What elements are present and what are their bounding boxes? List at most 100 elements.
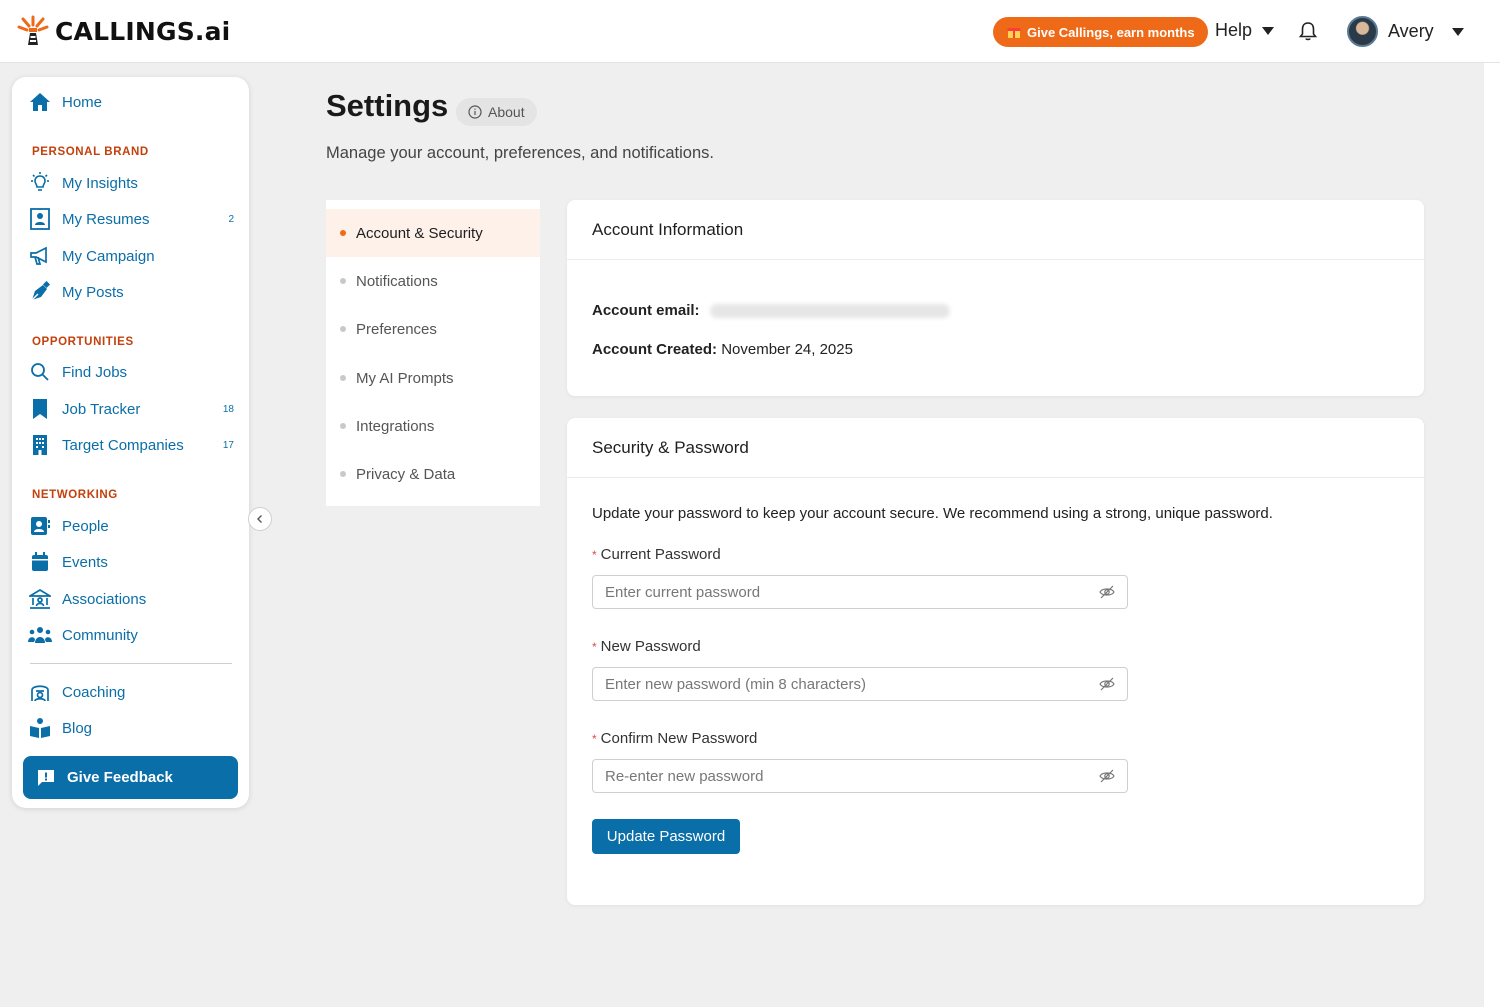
sidebar-item-my-campaign[interactable]: My Campaign <box>28 242 234 270</box>
chevron-left-icon <box>257 515 262 523</box>
sidebar-item-associations[interactable]: Associations <box>28 585 234 613</box>
sidebar-item-label: My Campaign <box>62 247 155 265</box>
sidebar-item-label: People <box>62 517 109 535</box>
account-created-value: November 24, 2025 <box>721 341 853 358</box>
institution-icon <box>28 587 52 611</box>
chevron-down-icon <box>1262 26 1275 35</box>
sidebar-item-coaching[interactable]: Coaching <box>28 678 234 706</box>
sidebar-item-find-jobs[interactable]: Find Jobs <box>28 358 234 386</box>
about-button[interactable]: About <box>456 98 537 126</box>
sidebar-item-events[interactable]: Events <box>28 548 234 576</box>
page-title: Settings <box>326 88 449 123</box>
account-email-row: Account email: <box>592 302 950 319</box>
settings-tab-label: Notifications <box>356 272 438 290</box>
bookmark-icon <box>28 397 52 421</box>
sidebar-item-label: Find Jobs <box>62 363 128 381</box>
user-menu[interactable]: Avery <box>1347 16 1464 47</box>
settings-tab-privacy-data[interactable]: Privacy & Data <box>326 450 540 498</box>
referral-promo-button[interactable]: Give Callings, earn months <box>993 17 1208 47</box>
lightbulb-icon <box>28 171 52 195</box>
current-password-field[interactable]: Enter current password <box>592 575 1128 609</box>
section-title-opportunities: OPPORTUNITIES <box>32 336 134 348</box>
current-password-label: * Current Password <box>592 546 721 563</box>
settings-tab-label: Privacy & Data <box>356 465 456 483</box>
dot <box>340 278 346 284</box>
collapse-sidebar-button[interactable] <box>248 507 272 531</box>
sidebar-item-community[interactable]: Community <box>28 621 234 649</box>
sidebar-item-home[interactable]: Home <box>28 88 234 116</box>
update-password-button[interactable]: Update Password <box>592 819 740 854</box>
count-badge: 17 <box>222 439 234 451</box>
sidebar-item-job-tracker[interactable]: Job Tracker 18 <box>28 395 234 423</box>
count-badge: 2 <box>228 213 234 225</box>
promo-label: Give Callings, earn months <box>1027 24 1195 40</box>
eye-off-icon[interactable] <box>1099 584 1115 600</box>
bell-icon[interactable] <box>1297 20 1319 42</box>
eye-off-icon[interactable] <box>1099 676 1115 692</box>
sidebar-item-my-posts[interactable]: My Posts <box>28 278 234 306</box>
confirm-password-placeholder: Re-enter new password <box>605 767 764 785</box>
settings-tab-label: My AI Prompts <box>356 369 454 387</box>
home-icon <box>28 90 52 114</box>
chevron-down-icon <box>1451 27 1464 36</box>
give-feedback-button[interactable]: Give Feedback <box>23 756 238 799</box>
confirm-password-field[interactable]: Re-enter new password <box>592 759 1128 793</box>
sidebar-divider <box>30 663 232 664</box>
eye-off-icon[interactable] <box>1099 768 1115 784</box>
brand-logo[interactable]: CALLINGS.ai <box>17 15 230 47</box>
page-scrollbar[interactable] <box>1484 63 1500 1007</box>
sidebar-item-my-resumes[interactable]: My Resumes 2 <box>28 205 234 233</box>
settings-tab-account-security[interactable]: Account & Security <box>326 209 540 257</box>
sidebar-item-label: My Resumes <box>62 210 150 228</box>
brand-suffix: .ai <box>194 16 231 46</box>
account-created-row: Account Created: November 24, 2025 <box>592 341 853 358</box>
gift-icon <box>1007 28 1021 38</box>
settings-tab-label: Preferences <box>356 320 437 338</box>
field-label-text: New Password <box>600 638 701 655</box>
building-icon <box>28 433 52 457</box>
resume-icon <box>28 207 52 231</box>
settings-tab-integrations[interactable]: Integrations <box>326 402 540 450</box>
settings-tab-ai-prompts[interactable]: My AI Prompts <box>326 354 540 402</box>
sidebar-item-label: Events <box>62 553 108 571</box>
sidebar-item-label: My Posts <box>62 283 124 301</box>
settings-menu: Account & Security Notifications Prefere… <box>326 200 540 506</box>
avatar <box>1347 16 1378 47</box>
sidebar-item-label: Home <box>62 93 103 111</box>
sidebar-item-my-insights[interactable]: My Insights <box>28 169 234 197</box>
settings-tab-label: Integrations <box>356 417 435 435</box>
settings-tab-notifications[interactable]: Notifications <box>326 257 540 305</box>
security-description: Update your password to keep your accoun… <box>592 505 1273 522</box>
coach-icon <box>28 680 52 704</box>
pen-nib-icon <box>28 280 52 304</box>
sidebar-item-label: Job Tracker <box>62 400 141 418</box>
give-feedback-label: Give Feedback <box>67 769 173 786</box>
security-password-card: Security & Password Update your password… <box>567 418 1424 905</box>
reader-icon <box>28 716 52 740</box>
about-label: About <box>488 104 525 120</box>
sidebar-item-blog[interactable]: Blog <box>28 714 234 742</box>
sidebar-item-people[interactable]: People <box>28 512 234 540</box>
account-email-label: Account email: <box>592 302 700 319</box>
sidebar-item-label: Associations <box>62 590 147 608</box>
active-dot <box>340 230 346 236</box>
lighthouse-logo-icon <box>17 15 49 45</box>
feedback-icon <box>38 769 54 786</box>
contact-card-icon <box>28 514 52 538</box>
new-password-field[interactable]: Enter new password (min 8 characters) <box>592 667 1128 701</box>
field-label-text: Confirm New Password <box>600 730 758 747</box>
sidebar-item-label: Blog <box>62 719 93 737</box>
help-menu[interactable]: Help <box>1215 20 1275 41</box>
redacted-email <box>709 304 950 319</box>
settings-tab-preferences[interactable]: Preferences <box>326 305 540 353</box>
top-bar: CALLINGS.ai Give Callings, earn months H… <box>0 0 1500 63</box>
info-icon <box>468 105 482 119</box>
confirm-password-label: * Confirm New Password <box>592 730 757 747</box>
sidebar-item-target-companies[interactable]: Target Companies 17 <box>28 431 234 459</box>
group-icon <box>28 623 52 647</box>
dot <box>340 326 346 332</box>
count-badge: 18 <box>222 403 234 415</box>
dot <box>340 423 346 429</box>
section-title-personal-brand: PERSONAL BRAND <box>32 146 149 158</box>
user-name: Avery <box>1388 21 1434 41</box>
